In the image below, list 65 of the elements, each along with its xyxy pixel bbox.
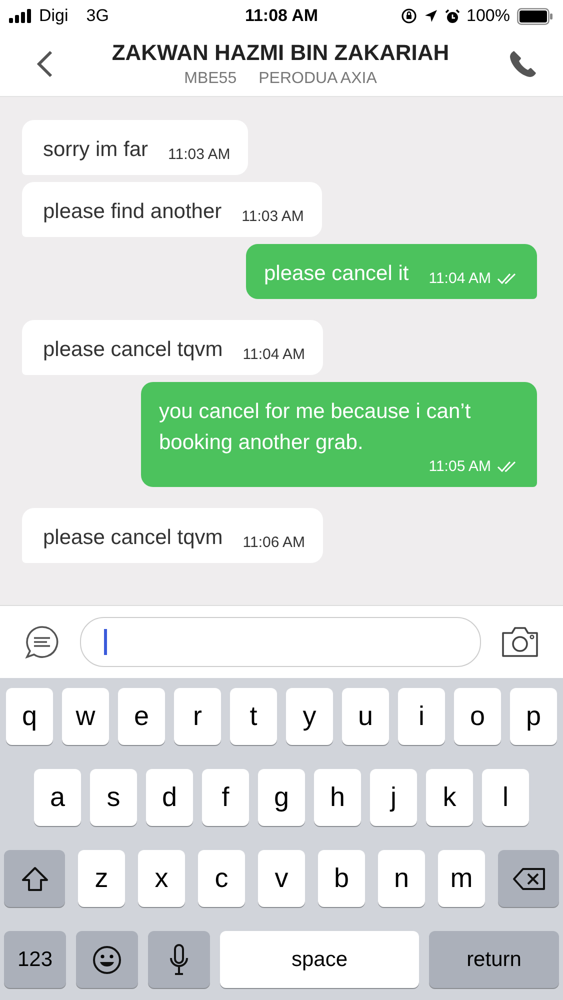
- message-text: you cancel for me because i can’t booking another grab.: [159, 399, 472, 456]
- back-icon[interactable]: [36, 50, 54, 78]
- letter-key[interactable]: q: [6, 688, 53, 745]
- message-text: please cancel it: [264, 261, 409, 287]
- letter-key[interactable]: z: [78, 850, 125, 907]
- dictation-key[interactable]: [148, 931, 210, 988]
- message-text: sorry im far: [43, 137, 148, 163]
- emoji-key[interactable]: [76, 931, 138, 988]
- rotation-lock-icon: [400, 8, 417, 24]
- letter-key[interactable]: h: [314, 769, 361, 826]
- function-key[interactable]: return: [429, 931, 559, 988]
- letter-key[interactable]: u: [342, 688, 389, 745]
- letter-key[interactable]: e: [118, 688, 165, 745]
- message-input-field[interactable]: [80, 617, 481, 667]
- shift-key[interactable]: [4, 850, 65, 907]
- letter-key[interactable]: t: [230, 688, 277, 745]
- battery-icon: [517, 8, 553, 24]
- message-text: please find another: [43, 199, 222, 225]
- shift-icon: [20, 866, 48, 892]
- letter-key[interactable]: d: [146, 769, 193, 826]
- delete-key[interactable]: [498, 850, 559, 907]
- plate-number: MBE55: [184, 70, 237, 88]
- letter-key[interactable]: g: [258, 769, 305, 826]
- alarm-icon: [444, 8, 460, 24]
- letter-key[interactable]: w: [62, 688, 109, 745]
- letter-key[interactable]: n: [378, 850, 425, 907]
- driver-name: ZAKWAN HAZMI BIN ZAKARIAH: [110, 40, 450, 66]
- letter-key[interactable]: r: [174, 688, 221, 745]
- letter-key[interactable]: j: [370, 769, 417, 826]
- battery-percent: 100%: [466, 6, 510, 26]
- backspace-icon: [512, 866, 546, 890]
- letter-key[interactable]: c: [198, 850, 245, 907]
- letter-key[interactable]: k: [426, 769, 473, 826]
- vehicle-model: PERODUA AXIA: [258, 70, 377, 88]
- phone-icon[interactable]: [507, 48, 539, 80]
- message-time: 11:04 AM: [242, 346, 306, 363]
- carrier-name: Digi: [39, 6, 68, 26]
- letter-key[interactable]: s: [90, 769, 137, 826]
- microphone-icon: [168, 942, 190, 976]
- space-key[interactable]: space: [220, 931, 419, 988]
- message-time: 11:06 AM: [242, 534, 306, 551]
- message-text: please cancel tqvm: [43, 525, 223, 551]
- letter-key[interactable]: p: [510, 688, 557, 745]
- letter-key[interactable]: v: [258, 850, 305, 907]
- clock: 11:08 AM: [244, 6, 318, 26]
- quick-replies-icon[interactable]: [24, 624, 60, 660]
- network-type: 3G: [86, 6, 109, 26]
- letter-key[interactable]: f: [202, 769, 249, 826]
- message-time: 11:04 AM: [428, 270, 491, 287]
- letter-key[interactable]: y: [286, 688, 333, 745]
- location-arrow-icon: [424, 9, 438, 23]
- letter-key[interactable]: o: [454, 688, 501, 745]
- camera-icon[interactable]: [501, 626, 539, 658]
- letter-key[interactable]: b: [318, 850, 365, 907]
- letter-key[interactable]: i: [398, 688, 445, 745]
- letter-key[interactable]: a: [34, 769, 81, 826]
- letter-key[interactable]: m: [438, 850, 485, 907]
- function-key[interactable]: 123: [4, 931, 66, 988]
- letter-key[interactable]: x: [138, 850, 185, 907]
- message-text: please cancel tqvm: [43, 337, 223, 363]
- letter-key[interactable]: l: [482, 769, 529, 826]
- smiley-icon: [91, 944, 123, 976]
- message-time: 11:03 AM: [242, 208, 304, 225]
- message-time: 11:05 AM: [428, 458, 491, 475]
- message-time: 11:03 AM: [168, 146, 230, 163]
